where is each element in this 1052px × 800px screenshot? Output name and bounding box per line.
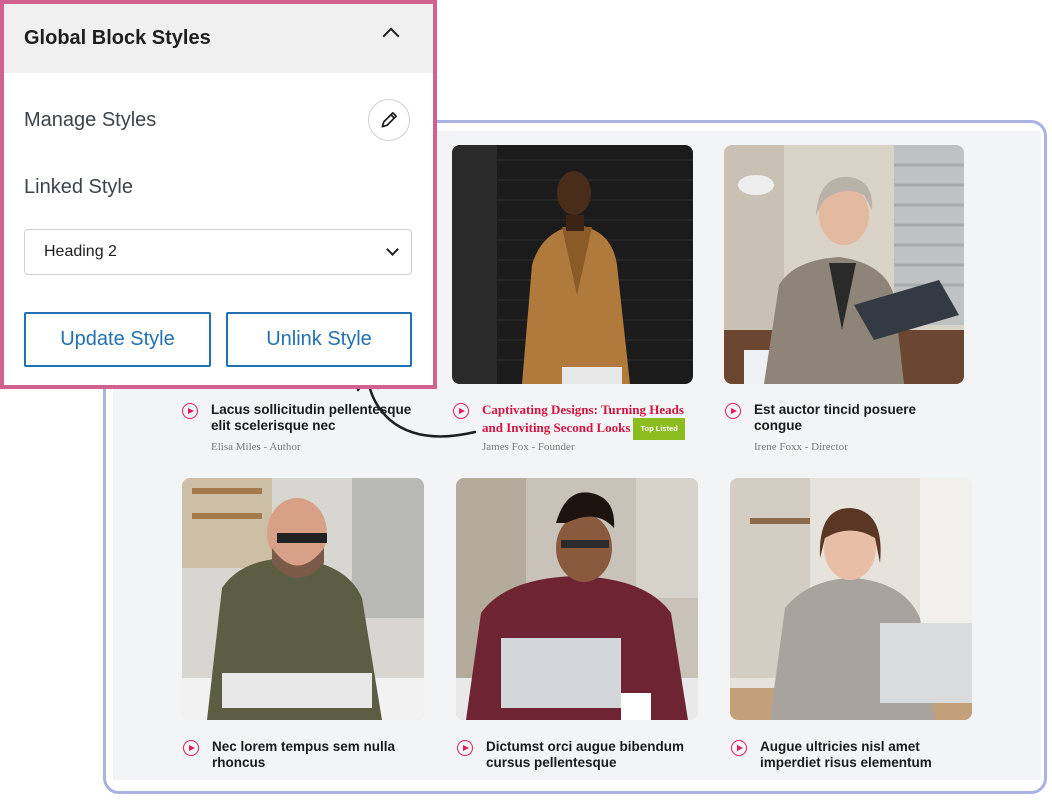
play-icon: [182, 403, 198, 419]
post-image[interactable]: [182, 478, 424, 720]
panel-header[interactable]: Global Block Styles: [4, 4, 433, 73]
linked-style-select[interactable]: Heading 2: [24, 229, 412, 275]
post-image[interactable]: [724, 145, 964, 384]
post-meta: James Fox - Founder: [482, 441, 575, 453]
play-icon: [183, 740, 199, 756]
post-title[interactable]: Augue ultricies nisl amet imperdiet risu…: [760, 739, 970, 771]
top-listed-badge: Top Listed: [633, 418, 685, 440]
post-image[interactable]: [730, 478, 972, 720]
pencil-icon: [381, 112, 397, 128]
linked-style-label: Linked Style: [24, 176, 133, 198]
post-image[interactable]: [456, 478, 698, 720]
post-image[interactable]: [452, 145, 693, 384]
post-title[interactable]: Captivating Designs: Turning Heads and I…: [482, 402, 702, 440]
manage-styles-label: Manage Styles: [24, 109, 157, 131]
post-title[interactable]: Dictumst orci augue bibendum cursus pell…: [486, 739, 701, 771]
post-meta: Irene Foxx - Director: [754, 441, 848, 453]
play-icon: [725, 403, 741, 419]
post-meta: Elisa Miles - Author: [211, 441, 301, 453]
panel-title: Global Block Styles: [24, 27, 211, 49]
linked-style-value: Heading 2: [44, 243, 117, 260]
global-block-styles-panel: Global Block Styles Manage Styles Linked…: [0, 0, 437, 389]
post-title[interactable]: Nec lorem tempus sem nulla rhoncus: [212, 739, 422, 771]
play-icon: [731, 740, 747, 756]
chevron-down-icon: [386, 243, 399, 256]
update-style-button[interactable]: Update Style: [24, 312, 211, 367]
play-icon: [457, 740, 473, 756]
post-title[interactable]: Est auctor tincid posuere congue: [754, 402, 954, 434]
chevron-up-icon[interactable]: [382, 27, 400, 45]
unlink-style-button[interactable]: Unlink Style: [226, 312, 412, 367]
edit-styles-button[interactable]: [368, 99, 410, 141]
